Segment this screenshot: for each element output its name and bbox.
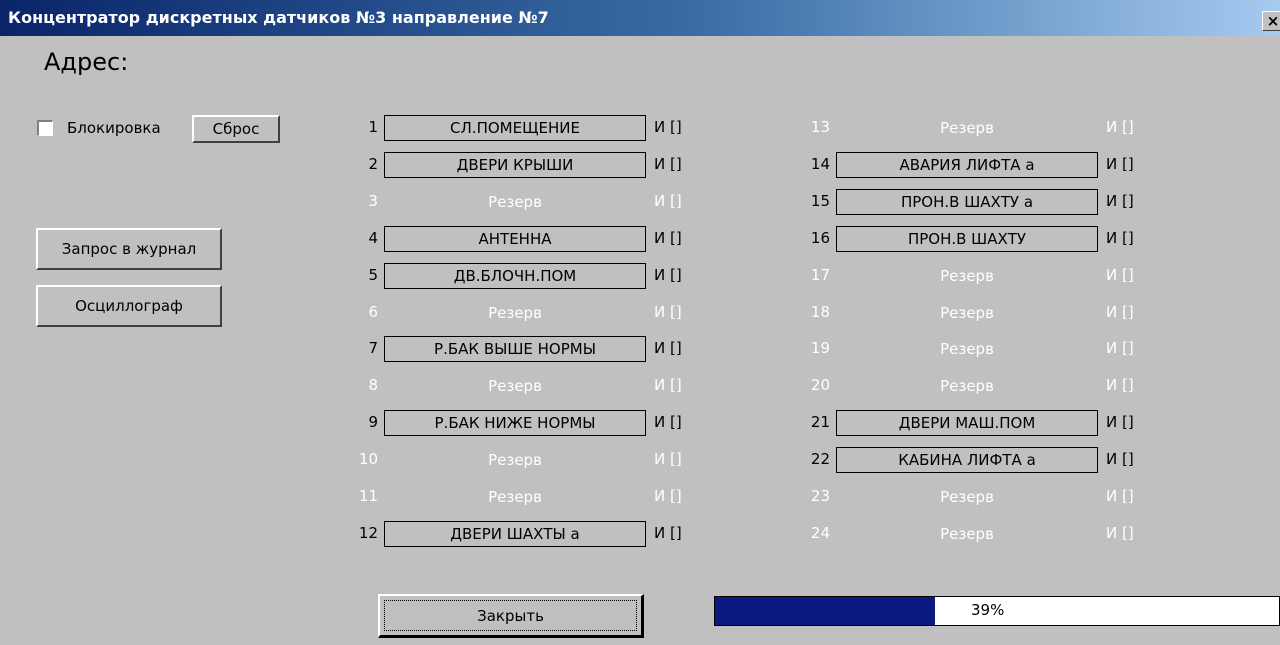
sensor-state: И [] (654, 303, 682, 321)
sensor-number: 11 (358, 487, 378, 505)
sensor-name-field: ПРОН.В ШАХТУ а (836, 189, 1098, 215)
sensor-name-field: Резерв (836, 336, 1098, 362)
sensor-number: 7 (368, 339, 378, 357)
sensor-number: 2 (368, 155, 378, 173)
sensor-state: И [] (1106, 266, 1134, 284)
sensor-number: 4 (368, 229, 378, 247)
sensor-name-field: Резерв (836, 115, 1098, 141)
close-window-button[interactable]: × (1262, 11, 1280, 31)
sensor-name-field: Резерв (384, 447, 646, 473)
sensor-name-field: Резерв (384, 484, 646, 510)
sensor-state: И [] (1106, 450, 1134, 468)
lock-label[interactable]: Блокировка (67, 119, 161, 137)
sensor-state: И [] (654, 450, 682, 468)
sensor-name-field: АНТЕННА (384, 226, 646, 252)
sensor-name-field: СЛ.ПОМЕЩЕНИЕ (384, 115, 646, 141)
sensor-state: И [] (1106, 192, 1134, 210)
sensor-state: И [] (654, 229, 682, 247)
sensor-number: 6 (368, 303, 378, 321)
sensor-name-field: Резерв (384, 189, 646, 215)
sensor-number: 18 (810, 303, 830, 321)
sensor-name-field: Резерв (836, 263, 1098, 289)
sensor-state: И [] (654, 413, 682, 431)
sensor-number: 5 (368, 266, 378, 284)
close-icon: × (1266, 12, 1280, 30)
sensor-state: И [] (654, 524, 682, 542)
sensor-state: И [] (1106, 303, 1134, 321)
sensor-name-field: Резерв (384, 300, 646, 326)
sensor-number: 1 (368, 118, 378, 136)
window-title: Концентратор дискретных датчиков №3 напр… (8, 8, 549, 27)
sensor-name-field: Резерв (836, 373, 1098, 399)
sensor-number: 20 (810, 376, 830, 394)
sensor-number: 14 (810, 155, 830, 173)
sensor-name-field: ПРОН.В ШАХТУ (836, 226, 1098, 252)
sensor-name-field: Резерв (836, 300, 1098, 326)
sensor-number: 10 (358, 450, 378, 468)
progress-bar: 39% (714, 596, 1280, 626)
sensor-number: 15 (810, 192, 830, 210)
sensor-name-field: КАБИНА ЛИФТА а (836, 447, 1098, 473)
title-bar: Концентратор дискретных датчиков №3 напр… (0, 0, 1280, 36)
sensor-state: И [] (654, 118, 682, 136)
sensor-name-field: ДВЕРИ ШАХТЫ а (384, 521, 646, 547)
sensor-number: 13 (810, 118, 830, 136)
sensor-state: И [] (1106, 155, 1134, 173)
sensor-name-field: Р.БАК НИЖЕ НОРМЫ (384, 410, 646, 436)
progress-fill (715, 597, 935, 625)
sensor-name-field: Р.БАК ВЫШЕ НОРМЫ (384, 336, 646, 362)
sensor-state: И [] (1106, 229, 1134, 247)
sensor-number: 21 (810, 413, 830, 431)
sensor-number: 8 (368, 376, 378, 394)
sensor-number: 23 (810, 487, 830, 505)
reset-button[interactable]: Сброс (192, 115, 280, 143)
oscillograph-button[interactable]: Осциллограф (36, 285, 222, 327)
sensor-number: 24 (810, 524, 830, 542)
sensor-number: 19 (810, 339, 830, 357)
sensor-name-field: Резерв (836, 521, 1098, 547)
sensor-name-field: Резерв (836, 484, 1098, 510)
sensor-name-field: АВАРИЯ ЛИФТА а (836, 152, 1098, 178)
sensor-number: 16 (810, 229, 830, 247)
sensor-state: И [] (654, 487, 682, 505)
sensor-state: И [] (1106, 413, 1134, 431)
log-request-button[interactable]: Запрос в журнал (36, 228, 222, 270)
sensor-state: И [] (654, 192, 682, 210)
sensor-number: 9 (368, 413, 378, 431)
close-button[interactable]: Закрыть (378, 594, 644, 638)
sensor-name-field: ДВЕРИ КРЫШИ (384, 152, 646, 178)
sensor-state: И [] (1106, 118, 1134, 136)
sensor-state: И [] (1106, 524, 1134, 542)
focus-rectangle (384, 600, 637, 631)
sensor-name-field: ДВ.БЛОЧН.ПОМ (384, 263, 646, 289)
sensor-state: И [] (654, 155, 682, 173)
lock-checkbox[interactable] (37, 120, 53, 136)
sensor-state: И [] (654, 339, 682, 357)
sensor-state: И [] (654, 266, 682, 284)
progress-label: 39% (971, 601, 1005, 619)
sensor-state: И [] (1106, 376, 1134, 394)
sensor-state: И [] (1106, 487, 1134, 505)
sensor-state: И [] (654, 376, 682, 394)
sensor-number: 12 (358, 524, 378, 542)
sensor-number: 22 (810, 450, 830, 468)
sensor-number: 17 (810, 266, 830, 284)
sensor-name-field: Резерв (384, 373, 646, 399)
address-label: Адрес: (44, 48, 129, 76)
sensor-state: И [] (1106, 339, 1134, 357)
sensor-number: 3 (368, 192, 378, 210)
sensor-name-field: ДВЕРИ МАШ.ПОМ (836, 410, 1098, 436)
